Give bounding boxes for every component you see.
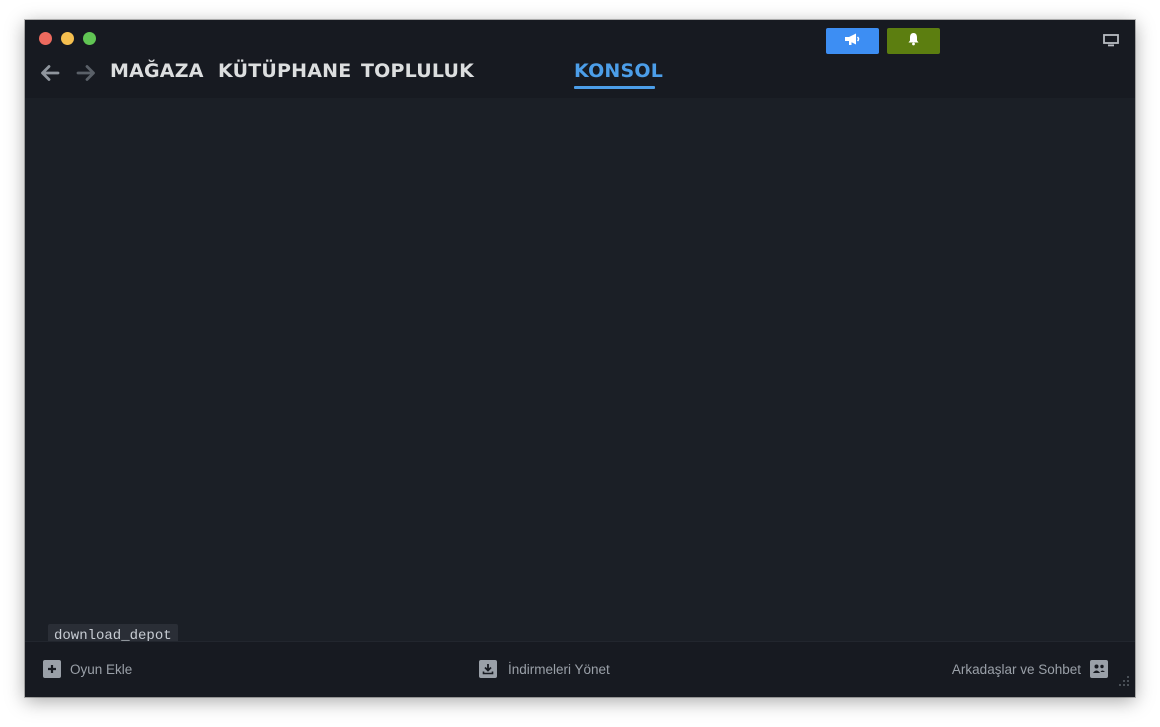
bell-icon [907,32,920,51]
nav-tab-community[interactable]: TOPLULUK [361,60,474,82]
steam-window: MAĞAZA KÜTÜPHANE TOPLULUK KONSOL downloa… [25,20,1135,697]
bottom-bar: Oyun Ekle İndirmeleri Yönet Arkadaşlar v… [25,641,1135,697]
arrow-left-icon[interactable] [39,62,61,84]
close-window-button[interactable] [39,32,52,45]
nav-tab-console[interactable]: KONSOL [574,60,663,82]
notifications-button[interactable] [887,28,940,54]
monitor-icon[interactable] [1103,34,1119,52]
resize-grip-icon[interactable] [1118,674,1130,692]
friends-chat-button[interactable]: Arkadaşlar ve Sohbet [952,660,1108,678]
arrow-right-icon[interactable] [75,62,97,84]
announcements-button[interactable] [826,28,879,54]
download-icon [479,660,497,678]
minimize-window-button[interactable] [61,32,74,45]
plus-icon [43,660,61,678]
add-game-label: Oyun Ekle [70,661,133,677]
nav-tab-library[interactable]: KÜTÜPHANE [218,60,351,82]
zoom-window-button[interactable] [83,32,96,45]
megaphone-icon [844,32,861,51]
active-tab-indicator [574,86,655,89]
manage-downloads-label: İndirmeleri Yönet [508,661,610,677]
console-output-area: download_depot [25,98,1135,697]
friends-icon [1090,660,1108,678]
manage-downloads-button[interactable]: İndirmeleri Yönet [479,660,610,678]
nav-tab-store[interactable]: MAĞAZA [110,60,204,82]
friends-chat-label: Arkadaşlar ve Sohbet [951,661,1081,677]
title-bar: MAĞAZA KÜTÜPHANE TOPLULUK KONSOL [25,20,1135,98]
add-game-button[interactable]: Oyun Ekle [43,660,132,678]
